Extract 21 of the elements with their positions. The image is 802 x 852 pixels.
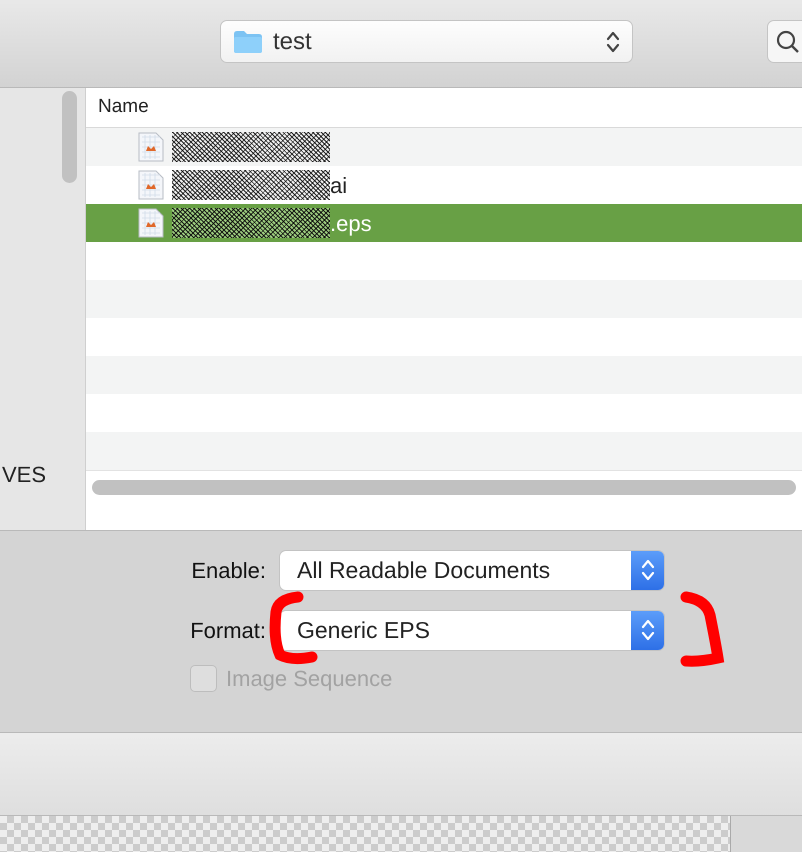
- sidebar-item[interactable]: VES: [2, 458, 46, 491]
- stepper-icon: [606, 30, 620, 54]
- document-icon: [138, 132, 164, 162]
- folder-icon: [233, 30, 263, 54]
- window-edge: [730, 816, 802, 852]
- file-name: ai: [330, 172, 348, 200]
- location-popup[interactable]: test: [220, 20, 633, 63]
- file-row[interactable]: ai: [86, 166, 802, 204]
- document-icon: [138, 170, 164, 200]
- scrollbar-thumb[interactable]: [62, 91, 77, 183]
- field-label: Format:: [190, 616, 266, 644]
- scrollbar-thumb[interactable]: [92, 480, 796, 495]
- enable-popup[interactable]: All Readable Documents: [280, 550, 664, 590]
- document-icon: [138, 208, 164, 238]
- stepper-icon: [631, 550, 664, 590]
- stepper-icon: [631, 610, 664, 650]
- file-row[interactable]: [86, 128, 802, 166]
- field-label: Enable:: [191, 556, 266, 584]
- format-popup[interactable]: Generic EPS: [280, 610, 664, 650]
- file-name: .eps: [330, 210, 372, 238]
- search-icon: [776, 30, 800, 54]
